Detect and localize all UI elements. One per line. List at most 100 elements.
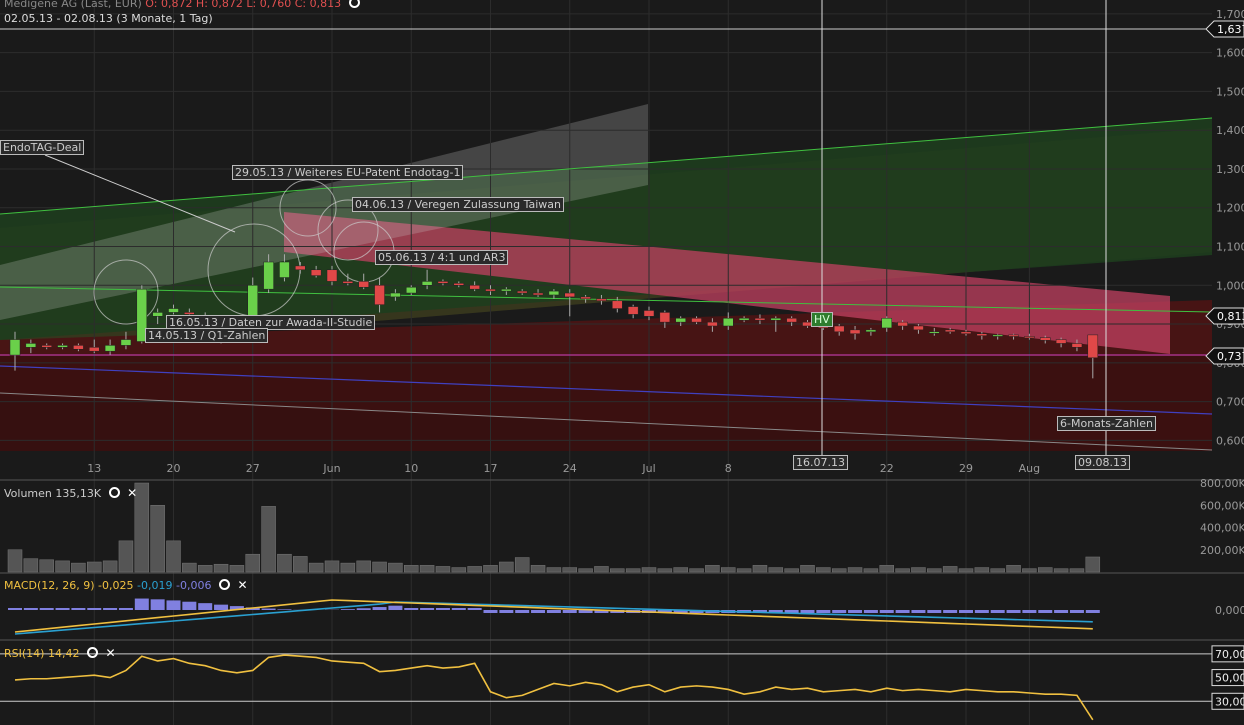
chart-canvas[interactable]: 1,700 1,600 1,500 1,400 1,300 1,200 1,100 1,000… bbox=[0, 0, 1244, 725]
macd-histogram-bar bbox=[531, 610, 546, 613]
macd-histogram-bar bbox=[435, 608, 450, 610]
chart-stage[interactable]: 1,700 1,600 1,500 1,400 1,300 1,200 1,100 1,000… bbox=[0, 0, 1244, 725]
volume-bar bbox=[71, 562, 86, 573]
volume-bar bbox=[1085, 556, 1101, 573]
volume-bar bbox=[514, 557, 530, 573]
date-marker-2[interactable]: 09.08.13 bbox=[1075, 455, 1130, 470]
candle-down bbox=[707, 321, 718, 327]
candle-down bbox=[691, 317, 702, 323]
volume-bar bbox=[166, 540, 181, 573]
volume-close-icon[interactable]: ✕ bbox=[127, 486, 137, 500]
volume-bar bbox=[530, 565, 546, 573]
volume-bar bbox=[942, 566, 958, 573]
volume-tick-label: 400,00K bbox=[1200, 522, 1244, 535]
macd-histogram-bar bbox=[515, 610, 530, 613]
volume-bar bbox=[895, 568, 910, 573]
zone-dark-red bbox=[0, 356, 1212, 451]
macd-histogram-bar bbox=[467, 608, 482, 610]
volume-bar bbox=[87, 561, 102, 573]
macd-histogram-bar bbox=[863, 610, 878, 613]
macd-histogram-bar bbox=[420, 608, 435, 610]
volume-value: 135,13K bbox=[55, 487, 102, 500]
volume-bar bbox=[879, 565, 894, 573]
candle-up bbox=[263, 261, 274, 290]
macd-label: MACD(12, 26, 9) bbox=[4, 579, 95, 592]
volume-bar bbox=[752, 565, 768, 573]
volume-bar bbox=[356, 560, 371, 573]
annotation-endotag-deal[interactable]: EndoTAG-Deal bbox=[0, 140, 85, 155]
volume-bar bbox=[974, 567, 990, 573]
candle-up bbox=[865, 329, 877, 333]
rsi-line bbox=[14, 654, 1094, 721]
volume-bar bbox=[197, 565, 213, 573]
candle-down bbox=[453, 283, 465, 286]
candle-down bbox=[1087, 334, 1099, 359]
macd-histogram-bar bbox=[816, 610, 831, 613]
macd-signal-value: -0,019 bbox=[137, 579, 173, 592]
macd-histogram-bar bbox=[848, 610, 863, 613]
macd-histogram-bar bbox=[356, 608, 371, 610]
rsi-settings-icon[interactable] bbox=[86, 647, 98, 658]
macd-histogram-bar bbox=[182, 601, 197, 610]
candle-down bbox=[1055, 339, 1067, 344]
candle-down bbox=[643, 310, 655, 317]
macd-histogram-bar bbox=[118, 608, 133, 610]
y-tick-label: 1,500 bbox=[1216, 85, 1244, 98]
y-tick-label: 1,000 bbox=[1216, 279, 1244, 292]
macd-histogram-bar bbox=[1022, 610, 1037, 613]
y-tick-label: 0,600 bbox=[1216, 434, 1244, 447]
volume-bar bbox=[705, 565, 720, 573]
macd-histogram-bar bbox=[214, 604, 229, 610]
annotation-q1[interactable]: 14.05.13 / Q1-Zahlen bbox=[145, 328, 269, 343]
date-marker-1[interactable]: 16.07.13 bbox=[793, 455, 848, 470]
annotation-patent[interactable]: 29.05.13 / Weiteres EU-Patent Endotag-1 bbox=[232, 165, 464, 180]
candle-up bbox=[25, 343, 37, 348]
macd-histogram-bar bbox=[23, 608, 38, 610]
price-label-support: 0,737 bbox=[1217, 350, 1244, 363]
volume-bar bbox=[546, 567, 562, 573]
macd-histogram-bar bbox=[261, 608, 276, 610]
macd-histogram-bar bbox=[166, 600, 181, 610]
candle-down bbox=[485, 288, 496, 292]
volume-bar bbox=[293, 556, 308, 573]
volume-bar bbox=[927, 568, 942, 573]
volume-bar bbox=[340, 562, 356, 573]
macd-histogram-bar bbox=[404, 608, 419, 610]
macd-settings-icon[interactable] bbox=[218, 579, 230, 590]
volume-bar bbox=[800, 565, 815, 573]
macd-histogram-bar bbox=[1054, 610, 1069, 613]
settings-circle-icon[interactable] bbox=[348, 0, 360, 8]
volume-bar bbox=[1022, 568, 1037, 573]
volume-bar bbox=[102, 560, 118, 573]
volume-bar bbox=[467, 566, 482, 573]
rsi-close-icon[interactable]: ✕ bbox=[105, 646, 115, 660]
y-tick-label: 1,600 bbox=[1216, 47, 1244, 60]
volume-bar bbox=[657, 568, 673, 573]
macd-histogram-bar bbox=[87, 608, 102, 610]
volume-tick-label: 800,00K bbox=[1200, 477, 1244, 490]
macd-histogram-bar bbox=[546, 610, 561, 613]
volume-bar bbox=[1038, 567, 1053, 573]
annotation-ar3[interactable]: 05.06.13 / 4:1 und AR3 bbox=[375, 250, 509, 265]
volume-settings-icon[interactable] bbox=[108, 487, 120, 498]
candle-up bbox=[120, 339, 132, 346]
rsi-value: 14,42 bbox=[47, 647, 80, 660]
macd-histogram-bar bbox=[562, 610, 577, 613]
candle-down bbox=[89, 347, 100, 352]
volume-bar bbox=[261, 506, 276, 573]
candle-up bbox=[9, 339, 21, 356]
candle-up bbox=[421, 281, 433, 286]
volume-bar bbox=[816, 567, 831, 573]
candle-down bbox=[849, 329, 861, 334]
x-tick-label: 24 bbox=[563, 462, 577, 475]
annotation-taiwan[interactable]: 04.06.13 / Veregen Zulassung Taiwan bbox=[352, 197, 564, 212]
annotation-six-month[interactable]: 6-Monats-Zahlen bbox=[1057, 416, 1156, 431]
macd-close-icon[interactable]: ✕ bbox=[237, 578, 247, 592]
x-tick-label: 27 bbox=[246, 462, 260, 475]
y-tick-label: 1,200 bbox=[1216, 202, 1244, 215]
annotation-hv[interactable]: HV bbox=[811, 312, 833, 327]
macd-title: MACD(12, 26, 9) -0,025 -0,019 -0,006 ✕ bbox=[4, 578, 248, 592]
macd-histogram-bar bbox=[1038, 610, 1053, 613]
volume-bar bbox=[689, 568, 704, 573]
candle-down bbox=[754, 317, 766, 321]
